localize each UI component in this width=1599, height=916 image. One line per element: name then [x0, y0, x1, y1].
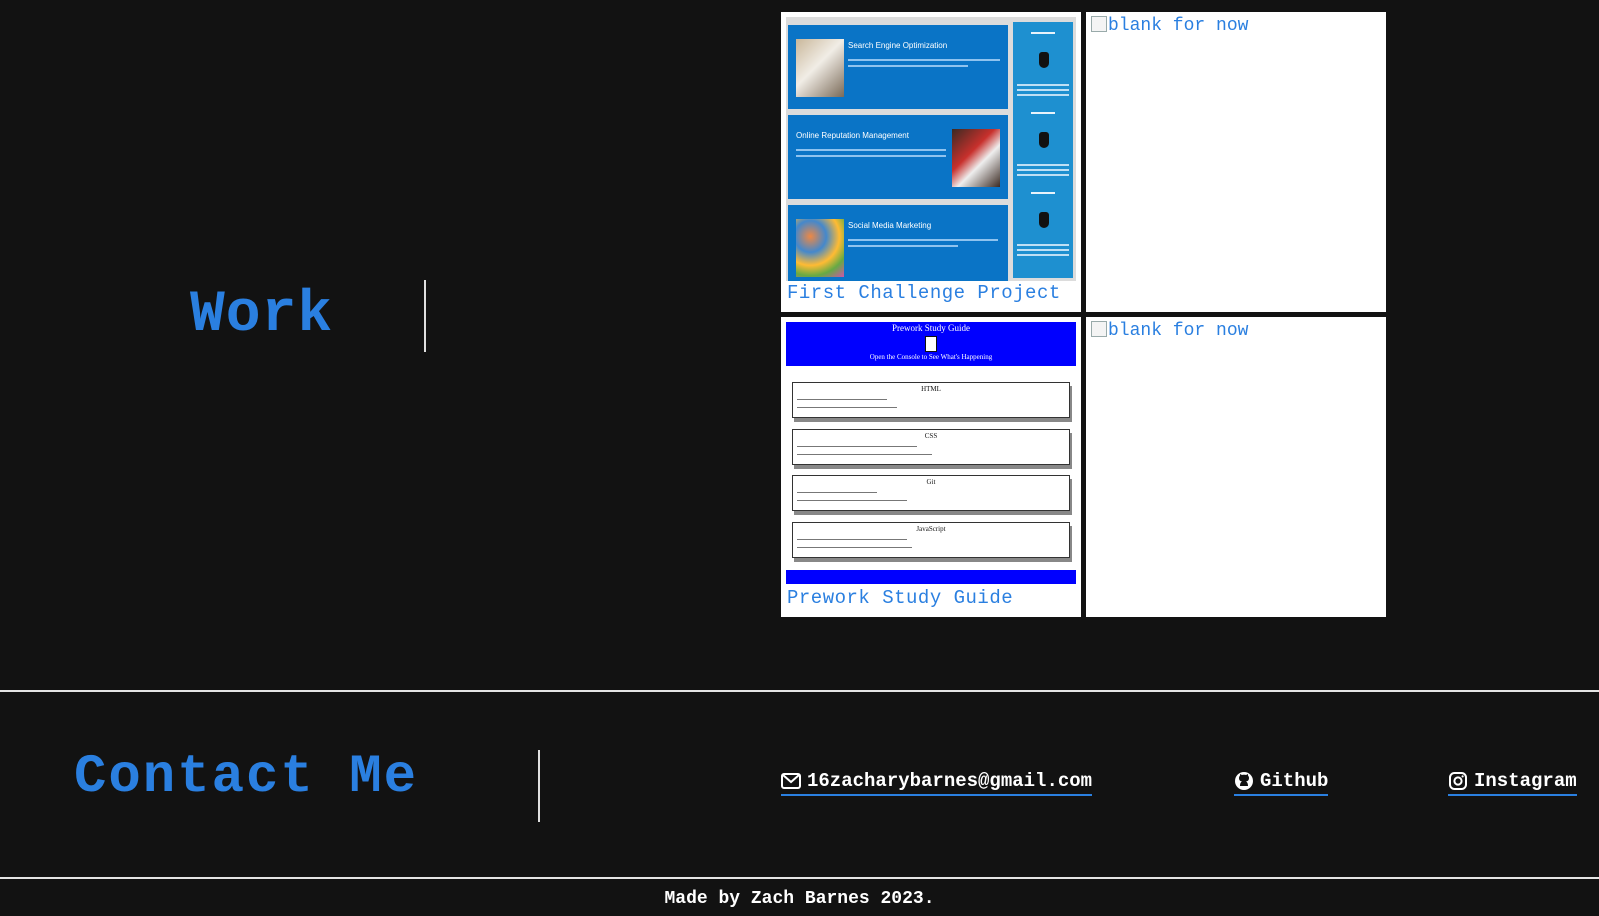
- work-divider: [424, 280, 426, 352]
- first-challenge-sidebar: [1013, 22, 1073, 278]
- prework-thumbnail: Prework Study Guide Open the Console to …: [786, 322, 1076, 584]
- project-card-prework[interactable]: Prework Study Guide Open the Console to …: [781, 317, 1081, 617]
- email-link[interactable]: 16zacharybarnes@gmail.com: [781, 770, 1093, 796]
- first-challenge-thumbnail: Search Engine Optimization Online Reputa…: [786, 17, 1076, 281]
- broken-image-icon: [1091, 321, 1107, 337]
- project-card-placeholder-2[interactable]: blank for now: [1086, 317, 1386, 617]
- prework-study-guide-link[interactable]: Prework Study Guide: [787, 587, 1013, 609]
- github-icon: [1235, 772, 1253, 790]
- project-card-placeholder-1[interactable]: blank for now: [1086, 12, 1386, 312]
- broken-image-icon: [1091, 16, 1107, 32]
- contact-divider: [538, 750, 540, 822]
- instagram-link[interactable]: Instagram: [1448, 770, 1577, 796]
- instagram-icon: [1449, 772, 1467, 790]
- broken-image-placeholder: blank for now: [1091, 16, 1248, 36]
- work-section: Work Search Engine Optimization Online R…: [0, 0, 1599, 690]
- work-heading: Work: [190, 283, 334, 348]
- contact-heading: Contact Me: [74, 747, 419, 808]
- section-divider-top: [0, 690, 1599, 692]
- section-divider-bottom: [0, 877, 1599, 879]
- envelope-icon: [781, 773, 801, 789]
- footer-credit: Made by Zach Barnes 2023.: [664, 889, 935, 909]
- console-icon: [925, 336, 937, 352]
- broken-image-placeholder: blank for now: [1091, 321, 1248, 341]
- project-card-first-challenge[interactable]: Search Engine Optimization Online Reputa…: [781, 12, 1081, 312]
- first-challenge-project-link[interactable]: First Challenge Project: [787, 282, 1061, 304]
- github-link[interactable]: Github: [1234, 770, 1329, 796]
